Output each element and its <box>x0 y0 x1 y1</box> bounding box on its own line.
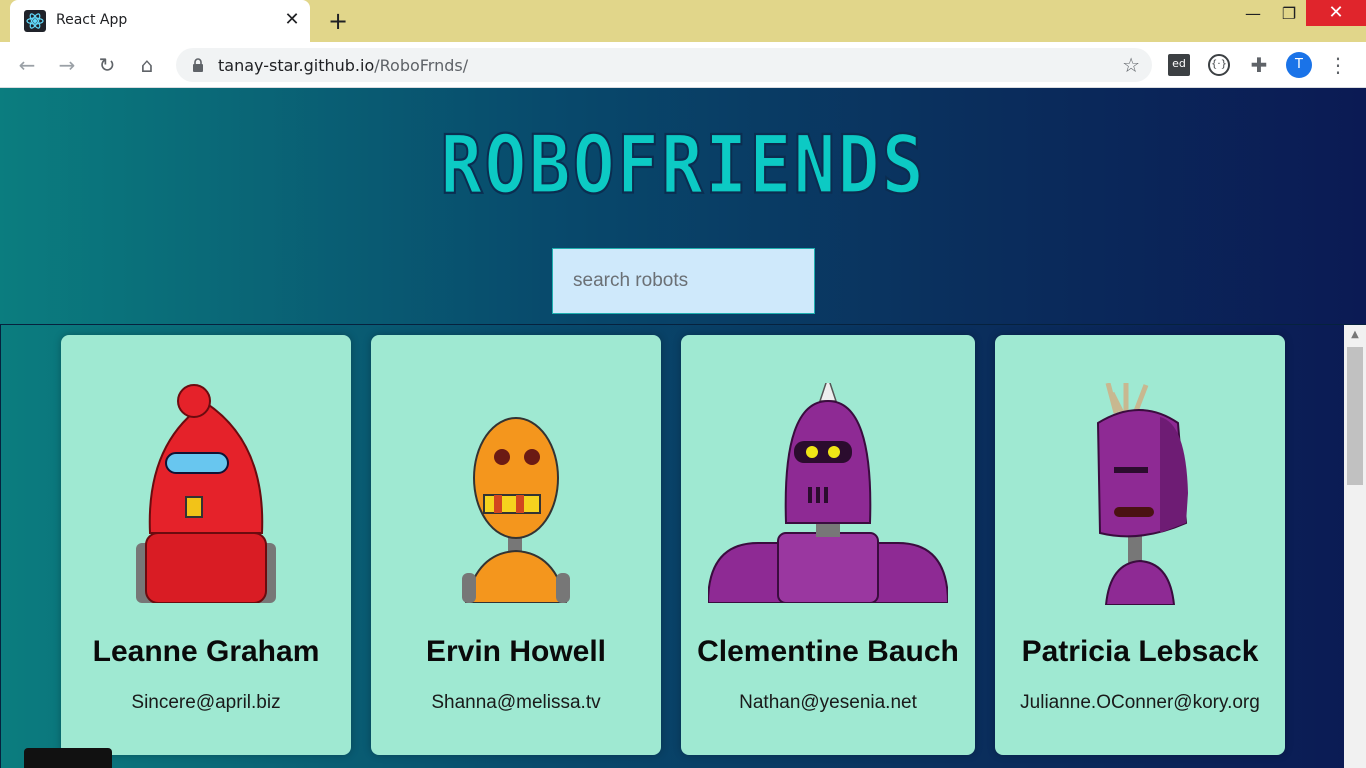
bookmark-star-icon[interactable]: ☆ <box>1122 53 1140 77</box>
search-robots-input[interactable] <box>552 248 815 314</box>
robot-email: Nathan@yesenia.net <box>739 692 917 713</box>
scroll-up-arrow-icon[interactable]: ▲ <box>1344 325 1366 345</box>
back-arrow-icon[interactable]: ← <box>14 52 40 78</box>
robot-email: Shanna@melissa.tv <box>431 692 601 713</box>
robot-card-list: Leanne Graham Sincere@april.biz Ervin Ho… <box>0 324 1366 768</box>
url-host: tanay-star.github.io <box>218 56 375 75</box>
menu-dots-icon[interactable]: ⋮ <box>1328 52 1348 78</box>
robot-name: Clementine Bauch <box>697 635 959 668</box>
robot-name: Patricia Lebsack <box>1021 635 1259 668</box>
new-tab-button[interactable]: + <box>324 8 352 36</box>
url-path: /RoboFrnds/ <box>374 56 469 75</box>
lock-icon <box>193 58 203 72</box>
ed-extension-icon[interactable]: ed <box>1168 54 1190 76</box>
robot-card[interactable]: Leanne Graham Sincere@april.biz <box>61 335 351 755</box>
robot-avatar-orange <box>462 417 570 603</box>
url-text: tanay-star.github.io/RoboFrnds/ <box>218 56 468 75</box>
scrollbar-thumb[interactable] <box>1347 347 1363 485</box>
page-content: ROBOFRIENDS Leanne Graham Sincere@april.… <box>0 88 1366 768</box>
profile-avatar[interactable]: T <box>1286 52 1312 78</box>
browser-toolbar: ← → ↻ ⌂ tanay-star.github.io/RoboFrnds/ … <box>0 42 1366 88</box>
robot-avatar-red <box>136 384 276 603</box>
app-title: ROBOFRIENDS <box>439 117 926 214</box>
code-extension-icon[interactable]: {·} <box>1208 54 1230 76</box>
robot-card[interactable]: Patricia Lebsack Julianne.OConner@kory.o… <box>995 335 1285 755</box>
vertical-scrollbar[interactable]: ▲ <box>1344 325 1366 768</box>
close-window-button[interactable]: ✕ <box>1306 0 1366 26</box>
browser-tab[interactable]: React App ✕ <box>10 0 310 42</box>
react-logo-icon <box>24 10 46 32</box>
robot-name: Leanne Graham <box>92 635 320 668</box>
robot-card[interactable]: Ervin Howell Shanna@melissa.tv <box>371 335 661 755</box>
window-titlebar: React App ✕ + — ❐ ✕ <box>0 0 1366 42</box>
address-bar[interactable]: tanay-star.github.io/RoboFrnds/ ☆ <box>176 48 1152 82</box>
robot-name: Ervin Howell <box>425 635 607 668</box>
reload-icon[interactable]: ↻ <box>94 52 120 78</box>
tab-close-icon[interactable]: ✕ <box>280 8 304 32</box>
robot-email: Julianne.OConner@kory.org <box>1020 692 1260 713</box>
forward-arrow-icon[interactable]: → <box>54 52 80 78</box>
bottom-overlay-widget[interactable] <box>24 748 112 768</box>
home-icon[interactable]: ⌂ <box>134 52 160 78</box>
robot-avatar-magenta <box>1096 383 1188 605</box>
extensions-puzzle-icon[interactable]: ✚ <box>1248 54 1270 76</box>
tab-title: React App <box>56 12 128 28</box>
robot-card[interactable]: Clementine Bauch Nathan@yesenia.net <box>681 335 975 755</box>
robot-email: Sincere@april.biz <box>131 692 281 713</box>
robot-avatar-purple <box>708 383 948 603</box>
